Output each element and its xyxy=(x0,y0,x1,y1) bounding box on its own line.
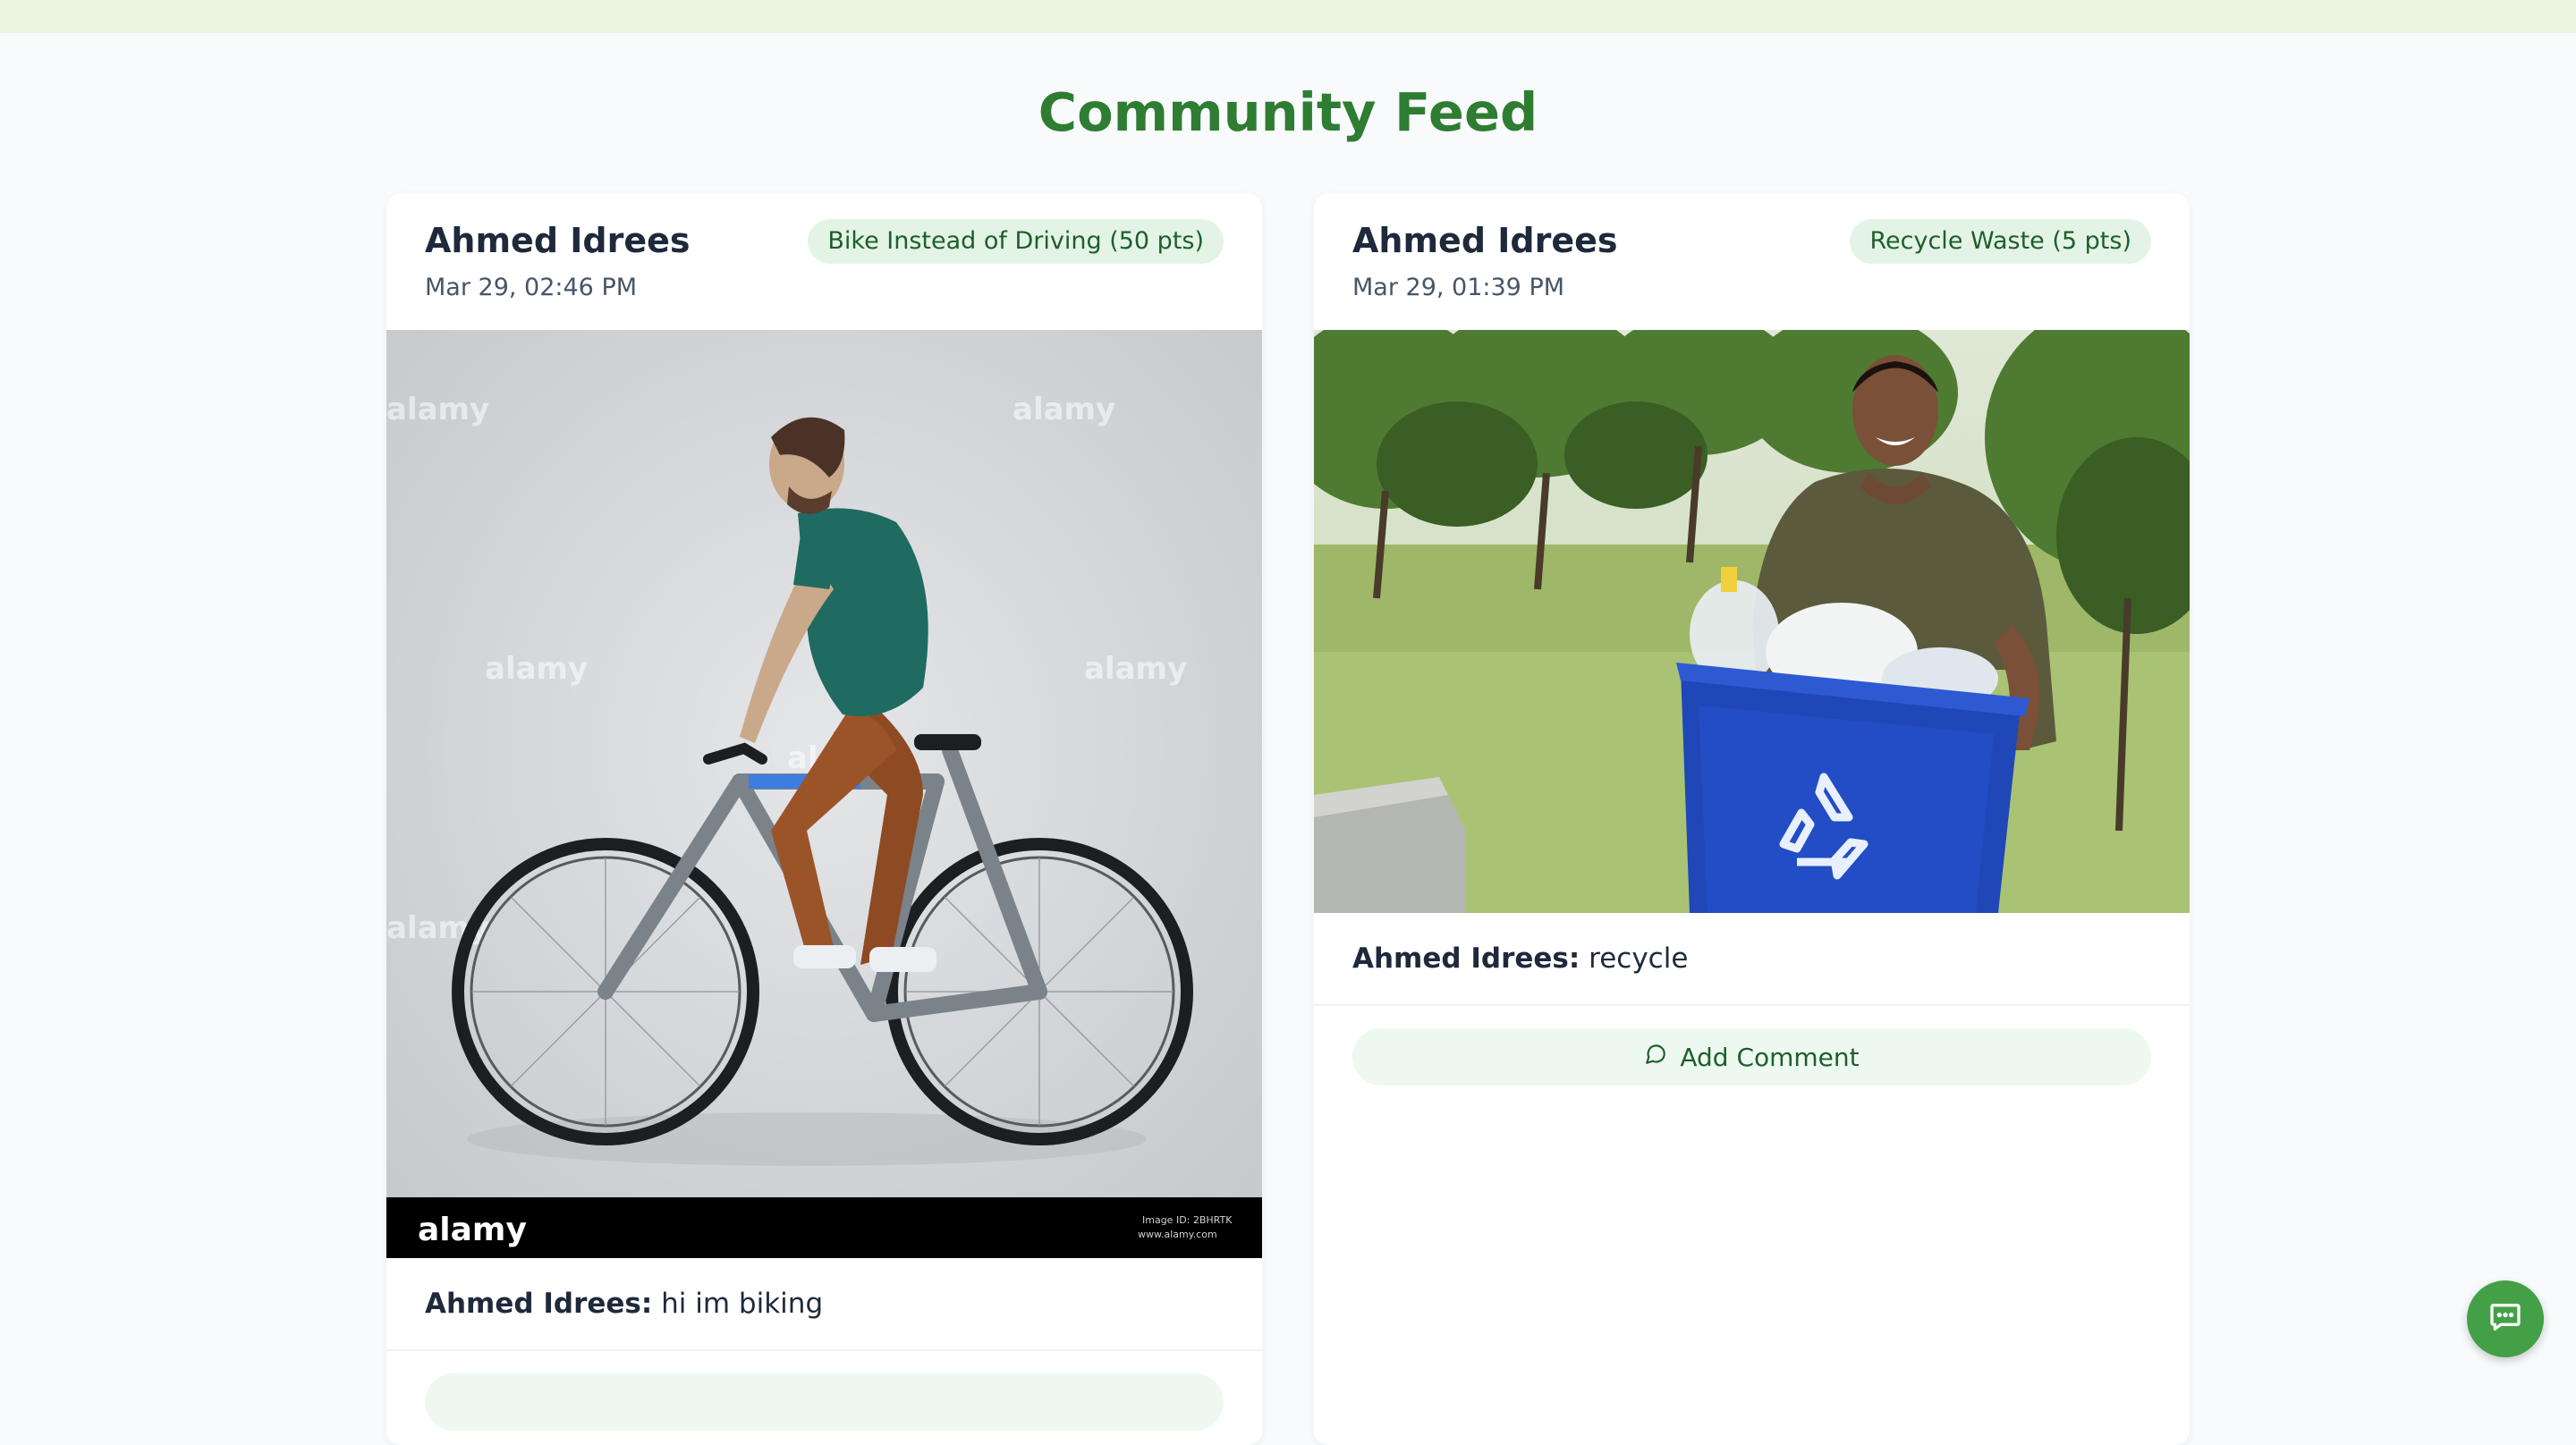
divider xyxy=(1314,1004,2190,1006)
post-author[interactable]: Ahmed Idrees xyxy=(1352,218,1618,263)
caption-author: Ahmed Idrees: xyxy=(1352,942,1580,975)
post-photo-recycling[interactable] xyxy=(1314,330,2190,913)
chat-icon xyxy=(2487,1299,2523,1339)
caption-text: hi im biking xyxy=(661,1288,824,1320)
divider xyxy=(386,1349,1262,1351)
caption-text: recycle xyxy=(1589,942,1689,975)
post-timestamp: Mar 29, 02:46 PM xyxy=(425,274,638,301)
watermark-logo: alamy xyxy=(418,1212,527,1248)
photo-url-text: www.alamy.com xyxy=(1138,1229,1217,1240)
activity-badge: Bike Instead of Driving (50 pts) xyxy=(808,219,1224,264)
top-banner-strip xyxy=(0,0,2576,33)
activity-badge: Recycle Waste (5 pts) xyxy=(1850,219,2151,264)
watermark-text: alamy xyxy=(1013,392,1115,427)
add-comment-label: Add Comment xyxy=(1680,1042,1860,1072)
post-caption: Ahmed Idrees: hi im biking xyxy=(386,1258,1262,1349)
post-header: Ahmed Idrees Mar 29, 01:39 PM Recycle Wa… xyxy=(1314,193,2190,330)
post-header: Ahmed Idrees Mar 29, 02:46 PM Bike Inste… xyxy=(386,193,1262,330)
post-card: Ahmed Idrees Mar 29, 02:46 PM Bike Inste… xyxy=(386,193,1262,1445)
post-timestamp: Mar 29, 01:39 PM xyxy=(1352,274,1565,301)
watermark-text: alamy xyxy=(386,392,489,427)
watermark-text: alamy xyxy=(485,651,588,687)
watermark-text: alamy xyxy=(1084,651,1187,687)
page-title: Community Feed xyxy=(1038,81,1538,143)
post-card: Ahmed Idrees Mar 29, 01:39 PM Recycle Wa… xyxy=(1314,193,2190,1445)
caption-author: Ahmed Idrees: xyxy=(425,1288,653,1320)
post-author[interactable]: Ahmed Idrees xyxy=(425,218,691,263)
comment-bubble-icon xyxy=(1644,1043,1667,1072)
photo-id-text: Image ID: 2BHRTK xyxy=(1142,1214,1233,1226)
chat-fab-button[interactable] xyxy=(2467,1280,2544,1357)
post-photo-biking[interactable]: alamy alamy alamy alamy alamy alamy Imag… xyxy=(386,330,1262,1258)
add-comment-button[interactable] xyxy=(425,1373,1224,1431)
post-caption: Ahmed Idrees: recycle xyxy=(1314,913,2190,1004)
add-comment-button[interactable]: Add Comment xyxy=(1352,1028,2151,1086)
